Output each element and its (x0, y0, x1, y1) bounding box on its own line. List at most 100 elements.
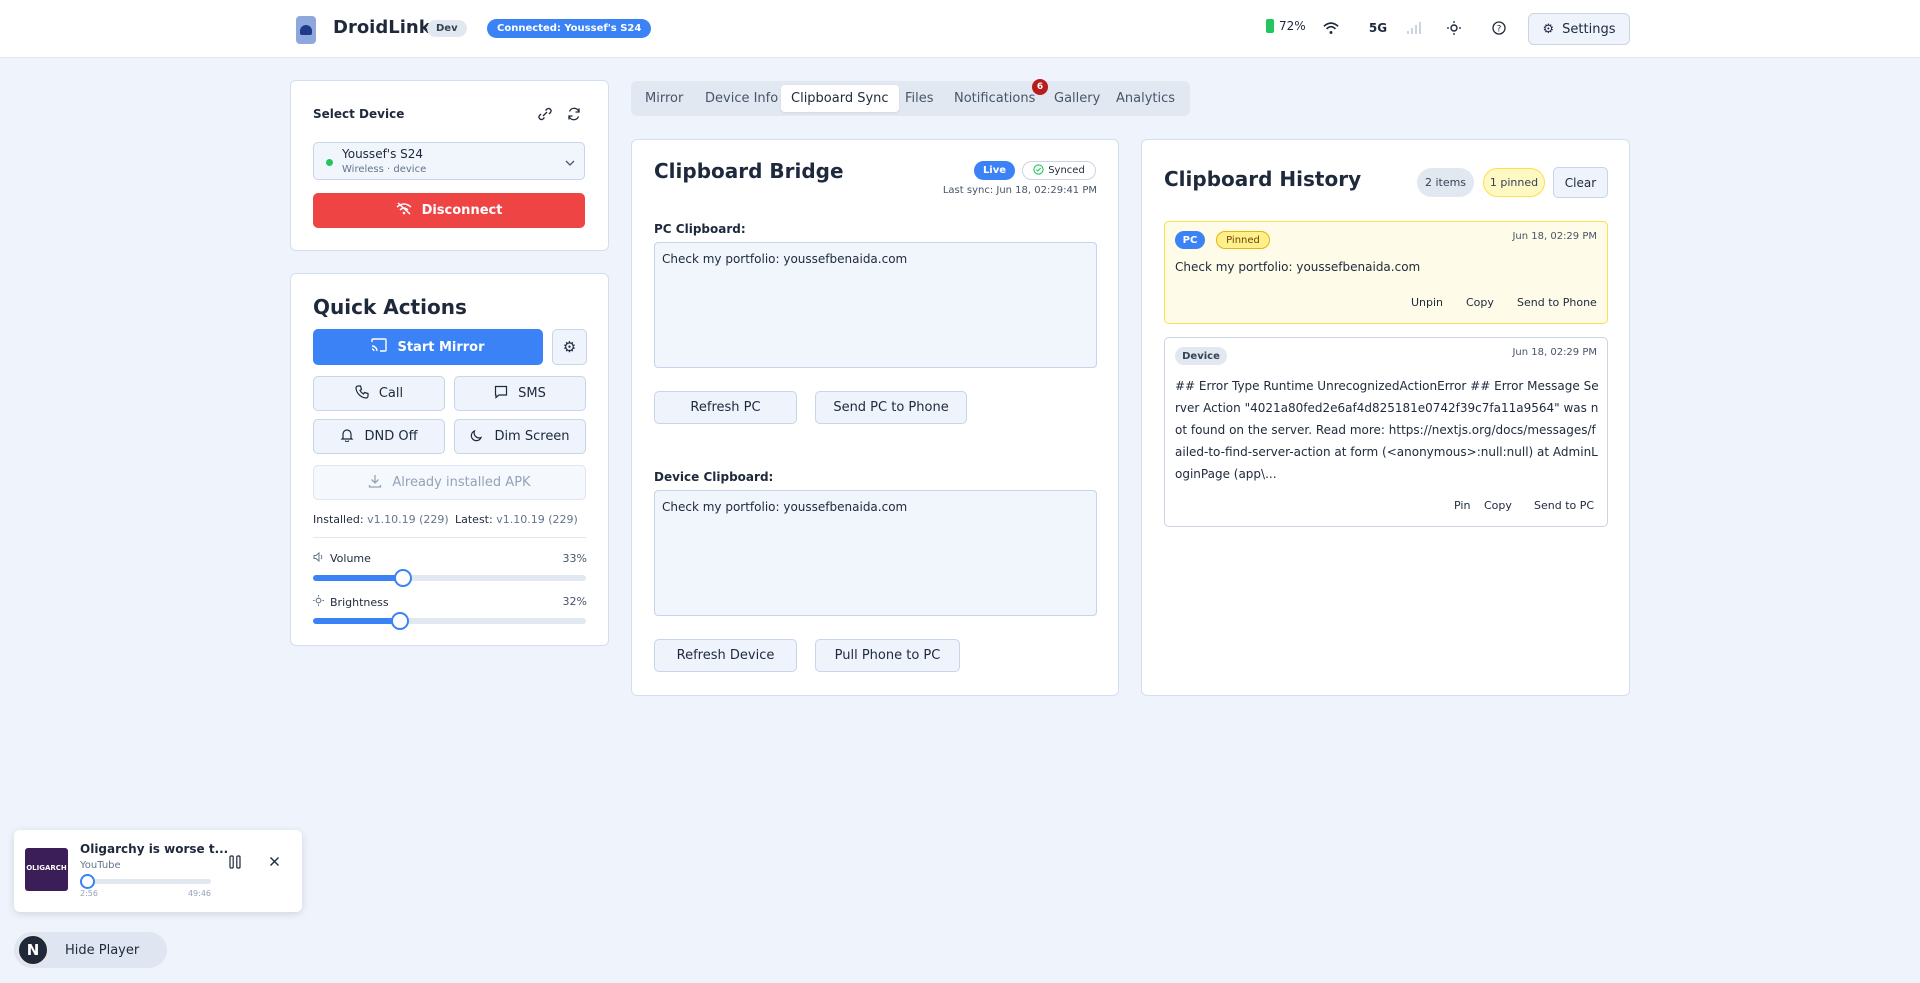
wifi-off-icon (396, 202, 412, 219)
wifi-icon (1323, 20, 1339, 36)
tab-clipboard-sync[interactable]: Clipboard Sync (781, 85, 899, 112)
volume-fill (313, 575, 404, 581)
quick-actions-card: Quick Actions Start Mirror ⚙ Call SMS DN… (290, 273, 609, 646)
brightness-slider[interactable] (313, 612, 586, 630)
check-circle-icon (1033, 163, 1044, 178)
dnd-button[interactable]: DND Off (313, 419, 445, 454)
phone-icon (355, 384, 369, 403)
send-to-phone-button[interactable]: Send to Phone (1517, 296, 1597, 309)
latest-label: Latest: (455, 513, 493, 526)
signal-icon (1406, 20, 1422, 36)
tab-gallery[interactable]: Gallery (1044, 85, 1110, 112)
clipboard-history-card: Clipboard History 2 items 1 pinned Clear… (1141, 139, 1630, 696)
latest-version-row: Latest: v1.10.19 (229) (455, 513, 578, 526)
svg-text:?: ? (1497, 25, 1502, 35)
refresh-icon[interactable] (567, 107, 581, 125)
installed-version-row: Installed: v1.10.19 (229) (313, 513, 449, 526)
send-pc-to-phone-button[interactable]: Send PC to Phone (815, 391, 967, 424)
bridge-title: Clipboard Bridge (654, 159, 844, 183)
device-name: Youssef's S24 (342, 147, 424, 161)
close-icon[interactable] (269, 856, 280, 871)
player-elapsed: 2:56 (80, 889, 98, 898)
cast-icon (371, 338, 388, 356)
send-to-pc-button[interactable]: Send to PC (1534, 499, 1594, 512)
select-device-title: Select Device (313, 107, 405, 121)
history-item-device: Device Jun 18, 02:29 PM ## Error Type Ru… (1164, 337, 1608, 527)
moon-icon (470, 428, 484, 446)
player-progress[interactable] (80, 874, 211, 889)
sun-icon (313, 595, 324, 609)
refresh-device-button[interactable]: Refresh Device (654, 639, 797, 672)
dev-badge: Dev (427, 20, 467, 37)
copy-button[interactable]: Copy (1466, 296, 1494, 309)
brightness-thumb[interactable] (391, 612, 410, 630)
video-thumbnail: OLIGARCH (25, 848, 68, 891)
notifications-count-badge: 6 (1032, 79, 1048, 95)
live-badge: Live (974, 161, 1015, 180)
dim-screen-button[interactable]: Dim Screen (454, 419, 586, 454)
tab-device-info[interactable]: Device Info (695, 85, 788, 112)
installed-version: v1.10.19 (229) (367, 513, 449, 526)
volume-slider[interactable] (313, 569, 586, 587)
tab-analytics[interactable]: Analytics (1106, 85, 1185, 112)
device-clipboard-textarea[interactable]: Check my portfolio: youssefbenaida.com (654, 490, 1097, 616)
tab-files[interactable]: Files (895, 85, 944, 112)
volume-value: 33% (562, 552, 587, 565)
gear-icon: ⚙ (1542, 21, 1555, 37)
pause-icon[interactable] (229, 855, 241, 873)
disconnect-button[interactable]: Disconnect (313, 193, 585, 228)
avatar: N (17, 934, 49, 966)
player-progress-thumb[interactable] (80, 874, 96, 889)
history-text: Check my portfolio: youssefbenaida.com (1175, 260, 1421, 274)
divider (313, 537, 586, 538)
history-title: Clipboard History (1164, 167, 1362, 191)
message-icon (494, 385, 508, 403)
sms-button[interactable]: SMS (454, 376, 586, 411)
top-bar: DroidLink Dev Connected: Youssef's S24 7… (0, 0, 1920, 58)
copy-button[interactable]: Copy (1484, 499, 1512, 512)
synced-badge: Synced (1022, 161, 1096, 180)
network-label: 5G (1368, 21, 1388, 35)
android-logo-icon (296, 16, 316, 44)
speaker-icon (313, 551, 324, 565)
unpin-button[interactable]: Unpin (1411, 296, 1443, 309)
history-time: Jun 18, 02:29 PM (1512, 231, 1597, 242)
help-icon[interactable]: ? (1491, 20, 1507, 36)
hide-player-label: Hide Player (65, 942, 140, 958)
start-mirror-button[interactable]: Start Mirror (313, 329, 543, 365)
history-count-badge: 2 items (1417, 168, 1474, 197)
battery-icon (1266, 19, 1274, 33)
device-sub: Wireless · device (342, 164, 427, 175)
volume-thumb[interactable] (394, 569, 413, 587)
tab-mirror[interactable]: Mirror (635, 85, 693, 112)
history-time: Jun 18, 02:29 PM (1512, 347, 1597, 358)
source-badge: Device (1175, 347, 1227, 365)
brightness-value: 32% (562, 595, 587, 608)
connection-badge: Connected: Youssef's S24 (487, 19, 652, 38)
pull-phone-to-pc-button[interactable]: Pull Phone to PC (815, 639, 960, 672)
pinned-tag: Pinned (1216, 231, 1270, 249)
theme-toggle-icon[interactable] (1446, 20, 1462, 36)
settings-label: Settings (1562, 21, 1616, 37)
settings-button[interactable]: ⚙ Settings (1528, 13, 1630, 45)
thumbnail-text: OLIGARCH (26, 864, 67, 872)
pin-button[interactable]: Pin (1454, 499, 1470, 512)
mirror-settings-button[interactable]: ⚙ (552, 329, 587, 365)
disconnect-label: Disconnect (421, 203, 503, 218)
refresh-pc-button[interactable]: Refresh PC (654, 391, 797, 424)
apk-install-label: Already installed APK (392, 475, 531, 490)
pc-clipboard-textarea[interactable]: Check my portfolio: youssefbenaida.com (654, 242, 1097, 368)
hide-player-button[interactable]: N Hide Player (14, 932, 167, 968)
tab-notifications[interactable]: Notifications (944, 85, 1045, 112)
start-mirror-label: Start Mirror (397, 339, 485, 355)
synced-label: Synced (1048, 165, 1085, 176)
mini-player: OLIGARCH Oligarchy is worse t... YouTube… (14, 830, 302, 912)
apk-install-button[interactable]: Already installed APK (313, 465, 586, 500)
link-icon[interactable] (538, 107, 552, 125)
device-select[interactable]: Youssef's S24 Wireless · device (313, 142, 585, 180)
call-label: Call (378, 386, 404, 401)
call-button[interactable]: Call (313, 376, 445, 411)
history-text: ## Error Type Runtime UnrecognizedAction… (1175, 379, 1599, 481)
player-title: Oligarchy is worse t... (80, 842, 229, 856)
clear-history-button[interactable]: Clear (1553, 167, 1608, 198)
